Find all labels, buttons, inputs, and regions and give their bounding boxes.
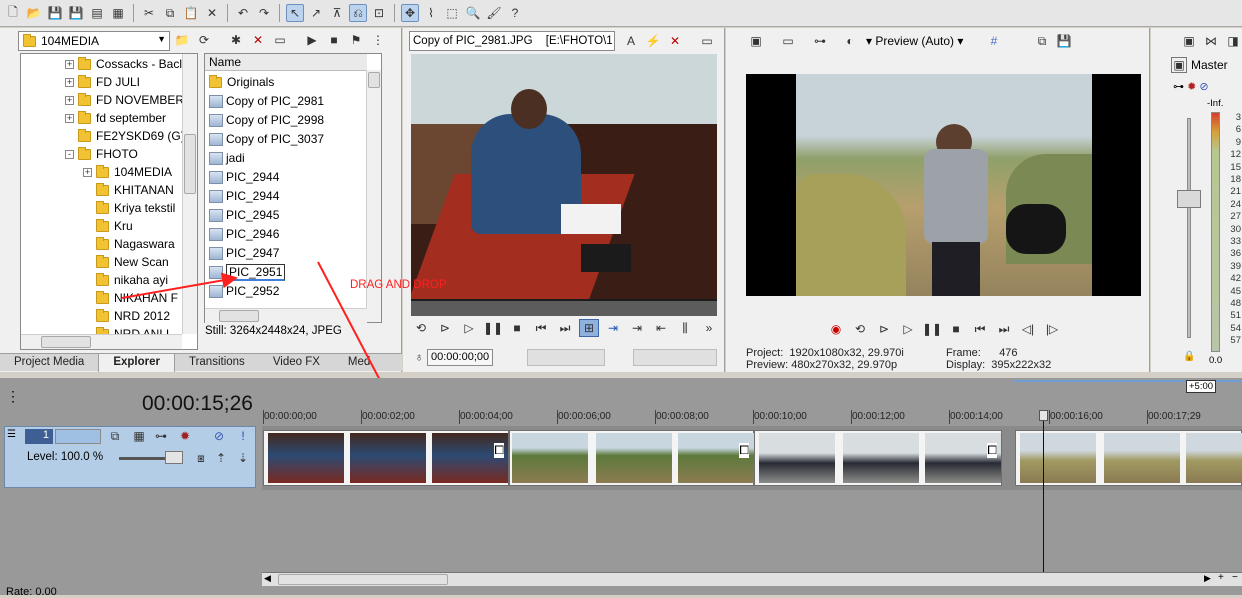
scroll-right-icon[interactable]: ▶ bbox=[1204, 573, 1211, 584]
ruler-label: 00:00:04;00 bbox=[460, 411, 513, 422]
track-name-field[interactable] bbox=[55, 429, 101, 444]
ruler-tick bbox=[361, 410, 362, 424]
track-number: 1 bbox=[42, 429, 49, 441]
ruler-tick bbox=[557, 410, 558, 424]
ruler-tick bbox=[459, 410, 460, 424]
ruler-label: 00:00:08;00 bbox=[656, 411, 709, 422]
ruler-label: 00:00:17;29 bbox=[1148, 411, 1201, 422]
timeline-empty-area bbox=[262, 490, 1242, 572]
playhead[interactable] bbox=[1043, 410, 1044, 572]
ruler-tick bbox=[1049, 410, 1050, 424]
automation-icon[interactable]: ⧆ bbox=[191, 449, 211, 467]
ruler-tick bbox=[1147, 410, 1148, 424]
collapse-icon[interactable]: ⋮ bbox=[6, 388, 20, 405]
ruler-label: 00:00:00;00 bbox=[264, 411, 317, 422]
timeline-hscrollbar[interactable]: ◀ ▶ + − bbox=[262, 572, 1242, 586]
ruler-label: 00:00:16;00 bbox=[1050, 411, 1103, 422]
compositing-icon[interactable]: ▦ bbox=[129, 427, 149, 445]
region-length: +5:00 bbox=[1186, 380, 1217, 393]
timeline-timecode[interactable]: 00:00:15;26 bbox=[142, 392, 253, 416]
track-level-label: Level: 100.0 % bbox=[27, 451, 104, 463]
zoom-in-icon[interactable]: + bbox=[1218, 572, 1224, 583]
playhead-handle[interactable] bbox=[1039, 410, 1048, 421]
composite-mode-icon[interactable]: ✹ bbox=[175, 427, 195, 445]
crop-icon[interactable]: ⧠ bbox=[987, 443, 997, 458]
motion-icon[interactable]: ⧉ bbox=[105, 427, 125, 445]
rate-label: Rate: 0.00 bbox=[6, 586, 57, 598]
child-icon[interactable]: ⇣ bbox=[233, 449, 253, 467]
ruler-tick bbox=[851, 410, 852, 424]
timeline-clip[interactable]: ⧠ bbox=[509, 430, 754, 486]
track-level-thumb[interactable] bbox=[165, 451, 183, 464]
ruler-label: 00:00:12;00 bbox=[852, 411, 905, 422]
timeline-clip[interactable]: ⧠ bbox=[754, 430, 1002, 486]
ruler-tick bbox=[949, 410, 950, 424]
ruler-label: 00:00:10;00 bbox=[754, 411, 807, 422]
track-number-badge: 1 bbox=[25, 429, 53, 444]
solo-icon[interactable]: ! bbox=[233, 427, 253, 445]
track-list-area: 00:00:15;26 ⋮ ☰ 1 ⧉ ▦ ⊶ ✹ ⊘ ! Level: 100… bbox=[0, 378, 262, 598]
scroll-thumb[interactable] bbox=[278, 574, 448, 585]
video-track-header: ☰ 1 ⧉ ▦ ⊶ ✹ ⊘ ! Level: 100.0 % ⧆ ⇡ ⇣ bbox=[4, 426, 256, 488]
ruler-label: 00:00:14;00 bbox=[950, 411, 1003, 422]
annotation-arrow-to-file bbox=[121, 272, 238, 299]
mute-icon[interactable]: ⊘ bbox=[209, 427, 229, 445]
crop-icon[interactable]: ⧠ bbox=[739, 443, 749, 458]
ruler-tick bbox=[753, 410, 754, 424]
ruler-label: 00:00:06;00 bbox=[558, 411, 611, 422]
timeline-clip[interactable] bbox=[1015, 430, 1242, 486]
ruler-label: 00:00:02;00 bbox=[362, 411, 415, 422]
scroll-left-icon[interactable]: ◀ bbox=[264, 573, 271, 584]
ruler-tick bbox=[655, 410, 656, 424]
zoom-out-icon[interactable]: − bbox=[1232, 572, 1238, 583]
timeline-clip[interactable]: ⧠ bbox=[263, 430, 509, 486]
parent-icon[interactable]: ⇡ bbox=[211, 449, 231, 467]
track-expand-icon[interactable]: ☰ bbox=[7, 429, 16, 440]
crop-icon[interactable]: ⧠ bbox=[494, 443, 504, 458]
ruler-tick bbox=[263, 410, 264, 424]
track-fx-icon[interactable]: ⊶ bbox=[151, 427, 171, 445]
